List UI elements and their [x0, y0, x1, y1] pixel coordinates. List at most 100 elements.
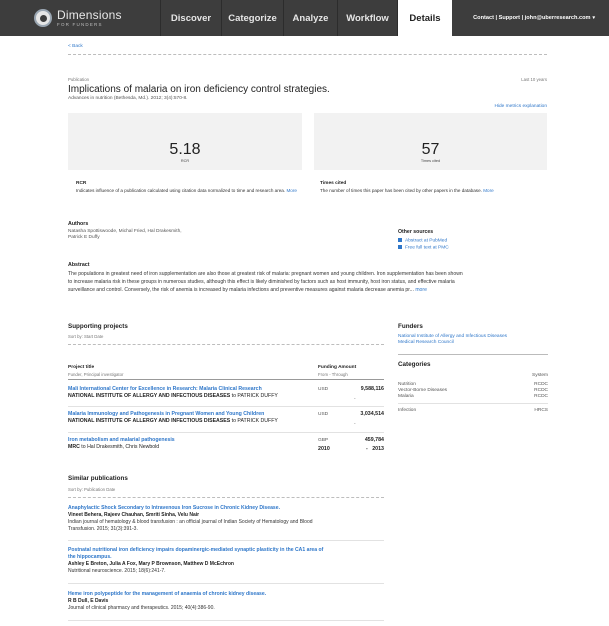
supporting-projects-heading: Supporting projects — [68, 323, 128, 330]
category-name[interactable]: Malaria — [398, 394, 414, 399]
similar-publication-title-cont[interactable]: the hippocampus. — [68, 554, 112, 561]
account-menu[interactable]: Contact | Support | john@uberresearch.co… — [473, 0, 609, 36]
top-nav-bar: Dimensions FOR FUNDERS Discover Categori… — [0, 0, 609, 36]
rcr-metric-box: 5.18 RCR — [68, 113, 302, 170]
abstract-more-link[interactable]: more — [415, 287, 427, 293]
rcr-more-link[interactable]: More — [286, 188, 296, 193]
category-system: RCDC — [534, 394, 548, 399]
project-through: - — [354, 397, 356, 402]
divider — [68, 540, 384, 541]
logo-subtitle: FOR FUNDERS — [57, 21, 103, 27]
times-cited-explain-title: Times cited — [320, 181, 347, 186]
col-funding-amount: Funding Amount — [318, 365, 357, 370]
col-project-title: Project title — [68, 365, 95, 370]
project-funder-pi: MRC to Hal Drakesmith, Chris Newbold — [68, 444, 160, 450]
authors-line-2: Patrick E Duffy — [68, 235, 100, 240]
nav-details[interactable]: Details — [397, 0, 452, 36]
rcr-label: RCR — [180, 159, 190, 163]
divider — [398, 403, 548, 404]
col-funding-sub: From - Through — [318, 372, 348, 377]
rcr-value: 5.18 — [169, 141, 201, 158]
project-currency: GBP — [318, 438, 329, 443]
project-amount: 9,588,116 — [360, 386, 384, 392]
project-currency: USD — [318, 412, 329, 417]
supporting-projects-sort[interactable]: Sort by: Start Date — [68, 334, 103, 339]
nav-workflow[interactable]: Workflow — [337, 0, 397, 36]
table-header-divider — [68, 379, 384, 380]
abstract-line-3: surveillance and control. Conversely, th… — [68, 287, 427, 293]
divider — [68, 497, 384, 498]
similar-publications-sort[interactable]: Sort by: Publication Date — [68, 487, 115, 492]
rcr-explain-text: Indicates influence of a publication cal… — [76, 188, 297, 193]
category-name[interactable]: Nutrition — [398, 382, 416, 387]
col-project-title-sub: Funder, Principal investigator — [68, 372, 124, 377]
project-funder-pi: NATIONAL INSTITUTE OF ALLERGY AND INFECT… — [68, 418, 278, 424]
category-name[interactable]: Infection — [398, 408, 416, 413]
back-link[interactable]: < Back — [68, 44, 83, 49]
categories-heading: Categories — [398, 361, 431, 368]
divider — [68, 54, 547, 55]
abstract-line-2: to increase malaria risk in these groups… — [68, 279, 455, 285]
category-system: RCDC — [534, 388, 548, 393]
publication-title: Implications of malaria on iron deficien… — [68, 84, 330, 95]
divider — [68, 583, 384, 584]
similar-publication-title[interactable]: Postnatal nutritional iron deficiency im… — [68, 547, 323, 554]
hide-metrics-link[interactable]: Hide metrics explanation — [494, 104, 547, 109]
funder-link[interactable]: National Institute of Allergy and Infect… — [398, 334, 507, 339]
nav-categorize[interactable]: Categorize — [221, 0, 283, 36]
project-title-link[interactable]: Mali International Center for Excellence… — [68, 386, 262, 392]
project-from-year: 2010 — [318, 446, 330, 452]
times-cited-label: Times cited — [420, 159, 441, 163]
abstract-heading: Abstract — [68, 262, 90, 268]
times-cited-more-link[interactable]: More — [483, 188, 493, 193]
checkbox-icon — [398, 245, 402, 249]
category-system: RCDC — [534, 382, 548, 387]
logo-title: Dimensions — [57, 7, 122, 22]
similar-publication-title[interactable]: Anaphylactic Shock Secondary to Intraven… — [68, 505, 280, 512]
similar-publication-journal: Transfusion. 2015; 31(3):391-3. — [68, 526, 138, 532]
divider — [68, 432, 384, 433]
funder-link[interactable]: Medical Research Council — [398, 340, 454, 345]
similar-publication-title[interactable]: Heme iron polypeptide for the management… — [68, 591, 266, 598]
categories-system-label: System — [532, 373, 548, 378]
project-title-link[interactable]: Malaria Immunology and Pathogenesis in P… — [68, 411, 264, 417]
rcr-explain-title: RCR — [76, 181, 87, 186]
similar-publication-authors: Ashley E Breton, Julia A Fox, Mary P Bro… — [68, 561, 234, 567]
funders-heading: Funders — [398, 323, 423, 330]
project-through: - — [354, 422, 356, 427]
publication-citation: Advances in nutrition (Bethesda, Md.). 2… — [68, 96, 188, 101]
abstract-pubmed-link[interactable]: Abstract at PubMed — [398, 238, 447, 243]
nav-discover[interactable]: Discover — [160, 0, 221, 36]
similar-publication-authors: R B Dull, E Davis — [68, 598, 109, 604]
other-sources-heading: Other sources — [398, 229, 434, 235]
divider — [68, 620, 384, 621]
times-cited-metric-box: 57 Times cited — [314, 113, 547, 170]
category-name[interactable]: Vector-Borne Diseases — [398, 388, 447, 393]
project-title-link[interactable]: Iron metabolism and malarial pathogenesi… — [68, 437, 175, 443]
dimensions-logo[interactable]: Dimensions FOR FUNDERS — [0, 0, 160, 36]
similar-publication-journal: Indian journal of hematology & blood tra… — [68, 519, 313, 525]
category-system: HRCS — [534, 408, 548, 413]
divider — [398, 354, 548, 355]
abstract-line-1: The populations in greatest need of iron… — [68, 271, 463, 277]
similar-publications-heading: Similar publications — [68, 475, 128, 482]
times-cited-value: 57 — [421, 141, 440, 158]
project-amount: 3,034,514 — [360, 411, 384, 417]
project-funder-pi: NATIONAL INSTITUTE OF ALLERGY AND INFECT… — [68, 393, 278, 399]
main-nav: Discover Categorize Analyze Workflow Det… — [160, 0, 452, 36]
account-menu-label[interactable]: Contact | Support | john@uberresearch.co… — [473, 15, 590, 21]
free-full-text-pmc-link[interactable]: Free full text at PMC — [398, 245, 449, 250]
dimensions-logo-icon — [34, 9, 52, 27]
checkbox-icon — [398, 238, 402, 242]
divider — [68, 344, 384, 345]
divider — [68, 406, 384, 407]
chevron-down-icon[interactable]: ▾ — [592, 15, 595, 21]
project-through-year: - 2013 — [366, 446, 384, 452]
project-currency: USD — [318, 387, 329, 392]
nav-analyze[interactable]: Analyze — [283, 0, 337, 36]
similar-publication-authors: Vineet Behera, Rajeev Chauhan, Smriti Si… — [68, 512, 200, 518]
similar-publication-journal: Journal of clinical pharmacy and therape… — [68, 605, 215, 611]
similar-publication-journal: Nutritional neuroscience. 2015; 18(6):24… — [68, 568, 166, 574]
publication-type-label: Publication — [68, 77, 90, 82]
time-range-label: Last 10 years — [521, 77, 547, 82]
